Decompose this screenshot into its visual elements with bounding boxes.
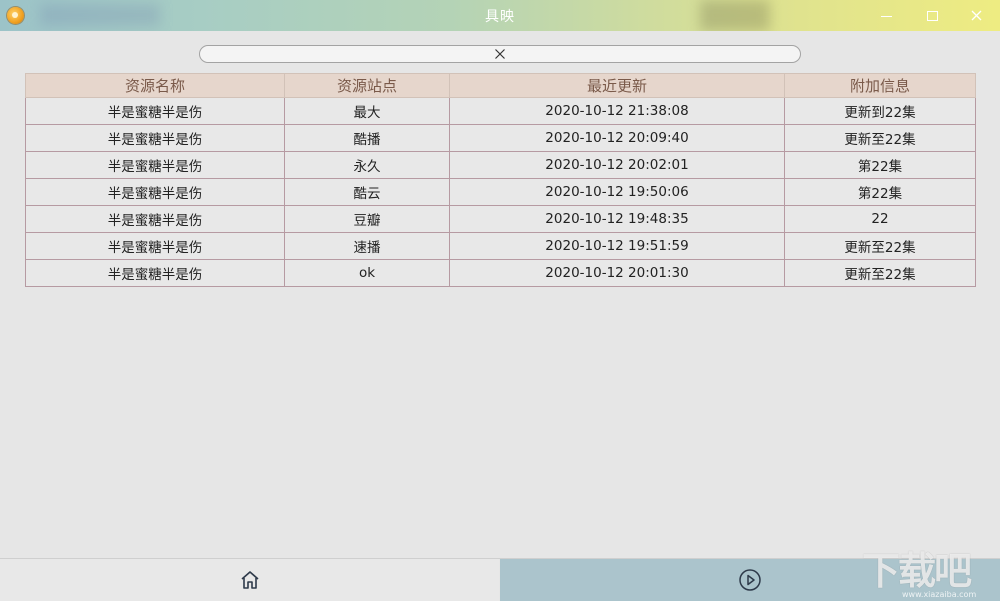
maximize-button[interactable] [912, 0, 952, 31]
cell-updated: 2020-10-12 20:09:40 [449, 124, 785, 152]
table-row[interactable]: 半是蜜糖半是伤 豆瓣 2020-10-12 19:48:35 22 [25, 205, 976, 233]
cell-updated: 2020-10-12 21:38:08 [449, 97, 785, 125]
nav-play-button[interactable] [500, 559, 1000, 601]
cell-site: 酷播 [284, 124, 450, 152]
cell-info: 更新至22集 [784, 124, 976, 152]
close-icon [971, 10, 981, 21]
minimize-icon [880, 16, 892, 17]
column-header-name[interactable]: 资源名称 [25, 73, 285, 98]
cell-name: 半是蜜糖半是伤 [25, 124, 285, 152]
search-clear-icon[interactable] [493, 47, 507, 61]
table-row[interactable]: 半是蜜糖半是伤 酷播 2020-10-12 20:09:40 更新至22集 [25, 124, 976, 152]
minimize-button[interactable] [866, 0, 906, 31]
cell-site: ok [284, 259, 450, 287]
cell-site: 永久 [284, 151, 450, 179]
cell-info: 第22集 [784, 151, 976, 179]
resource-table: 资源名称 资源站点 最近更新 附加信息 半是蜜糖半是伤 最大 2020-10-1… [25, 73, 976, 287]
cell-info: 22 [784, 205, 976, 233]
table-row[interactable]: 半是蜜糖半是伤 最大 2020-10-12 21:38:08 更新到22集 [25, 97, 976, 125]
nav-home-button[interactable] [0, 559, 499, 601]
cell-updated: 2020-10-12 19:48:35 [449, 205, 785, 233]
table-row[interactable]: 半是蜜糖半是伤 ok 2020-10-12 20:01:30 更新至22集 [25, 259, 976, 287]
cell-updated: 2020-10-12 19:50:06 [449, 178, 785, 206]
cell-info: 更新至22集 [784, 232, 976, 260]
close-button[interactable] [956, 0, 996, 31]
cell-info: 第22集 [784, 178, 976, 206]
cell-name: 半是蜜糖半是伤 [25, 205, 285, 233]
cell-name: 半是蜜糖半是伤 [25, 259, 285, 287]
column-header-updated[interactable]: 最近更新 [449, 73, 785, 98]
bottom-nav [0, 558, 1000, 601]
cell-info: 更新至22集 [784, 259, 976, 287]
title-bar: 具映 [0, 0, 1000, 31]
maximize-icon [926, 10, 938, 21]
window-title: 具映 [485, 9, 515, 25]
play-circle-icon [739, 569, 761, 591]
cell-site: 速播 [284, 232, 450, 260]
home-icon [240, 571, 259, 589]
cell-site: 酷云 [284, 178, 450, 206]
table-row[interactable]: 半是蜜糖半是伤 永久 2020-10-12 20:02:01 第22集 [25, 151, 976, 179]
cell-name: 半是蜜糖半是伤 [25, 97, 285, 125]
column-header-site[interactable]: 资源站点 [284, 73, 450, 98]
cell-site: 豆瓣 [284, 205, 450, 233]
cell-updated: 2020-10-12 20:01:30 [449, 259, 785, 287]
cell-site: 最大 [284, 97, 450, 125]
table-row[interactable]: 半是蜜糖半是伤 速播 2020-10-12 19:51:59 更新至22集 [25, 232, 976, 260]
cell-name: 半是蜜糖半是伤 [25, 178, 285, 206]
table-row[interactable]: 半是蜜糖半是伤 酷云 2020-10-12 19:50:06 第22集 [25, 178, 976, 206]
column-header-info[interactable]: 附加信息 [784, 73, 976, 98]
cell-info: 更新到22集 [784, 97, 976, 125]
cell-updated: 2020-10-12 20:02:01 [449, 151, 785, 179]
table-header-row: 资源名称 资源站点 最近更新 附加信息 [25, 73, 976, 98]
cell-name: 半是蜜糖半是伤 [25, 151, 285, 179]
cell-updated: 2020-10-12 19:51:59 [449, 232, 785, 260]
cell-name: 半是蜜糖半是伤 [25, 232, 285, 260]
